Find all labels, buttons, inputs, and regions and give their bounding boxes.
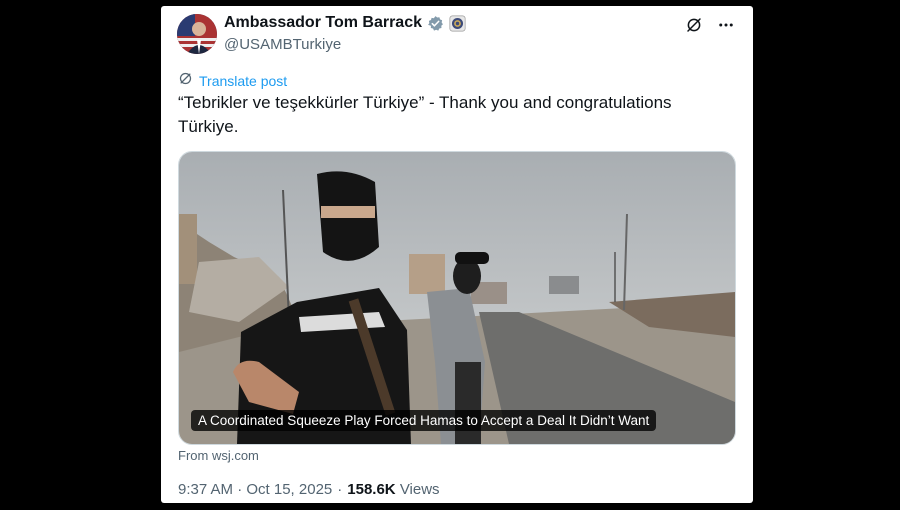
tweet-actions-top <box>685 16 735 34</box>
translate-label: Translate post <box>199 73 288 89</box>
meta-separator: · <box>337 481 343 498</box>
tweet-card: Ambassador Tom Barrack @USAMBTurkiye Tra… <box>161 6 753 503</box>
link-card-source[interactable]: From wsj.com <box>178 448 259 463</box>
more-icon[interactable] <box>717 16 735 34</box>
link-card-headline: A Coordinated Squeeze Play Forced Hamas … <box>191 410 657 431</box>
seal-icon[interactable] <box>449 15 466 32</box>
translate-icon <box>178 71 193 91</box>
author-handle[interactable]: @USAMBTurkiye <box>224 36 341 53</box>
avatar[interactable] <box>177 14 217 54</box>
views-count: 158.6K <box>347 481 396 498</box>
author-name-row: Ambassador Tom Barrack <box>224 14 466 32</box>
tweet-text: “Tebrikler ve teşekkürler Türkiye” - Tha… <box>178 93 672 136</box>
author-display-name[interactable]: Ambassador Tom Barrack <box>224 14 422 32</box>
views-label: Views <box>399 481 440 498</box>
translate-post-link[interactable]: Translate post <box>178 71 287 91</box>
verified-badge-icon[interactable] <box>427 15 444 32</box>
tweet-meta: 9:37 AM · Oct 15, 2025 · 158.6K Views <box>178 481 440 498</box>
tweet-timestamp[interactable]: 9:37 AM · Oct 15, 2025 <box>178 481 332 498</box>
grok-icon[interactable] <box>685 16 703 34</box>
link-card-image[interactable]: A Coordinated Squeeze Play Forced Hamas … <box>178 151 736 445</box>
